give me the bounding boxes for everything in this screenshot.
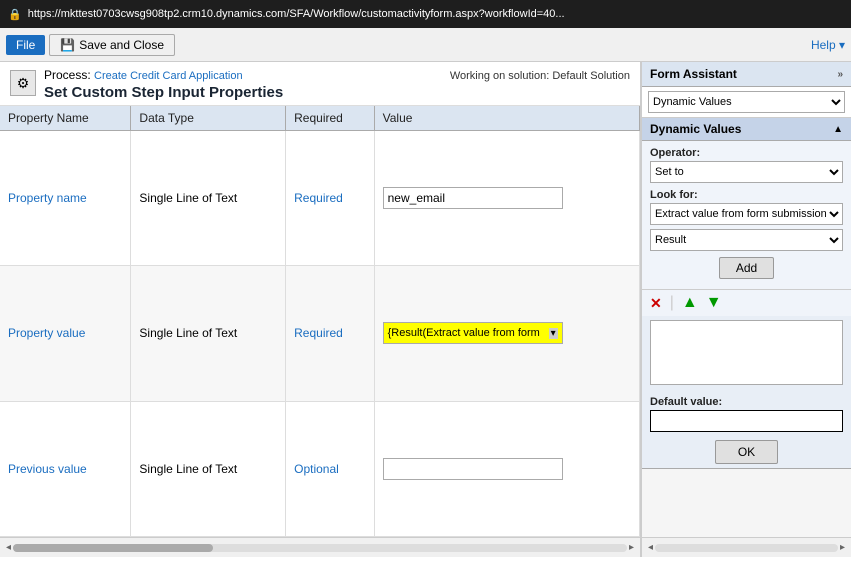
dynamic-values-row: Dynamic Values Static Values Operators	[642, 87, 851, 118]
result-select[interactable]: Result	[650, 229, 843, 251]
property-name-0[interactable]: Property name	[8, 191, 87, 205]
right-panel: Form Assistant » Dynamic Values Static V…	[641, 62, 851, 557]
url-bar[interactable]: https://mkttest0703cwsg908tp2.crm10.dyna…	[28, 8, 843, 20]
dv-collapse-icon[interactable]: ▲	[833, 124, 843, 135]
col-value: Value	[374, 106, 639, 131]
titlebar: 🔒 https://mkttest0703cwsg908tp2.crm10.dy…	[0, 0, 851, 28]
right-scroll-right-arrow[interactable]: ▸	[838, 542, 847, 553]
property-name-2[interactable]: Previous value	[8, 462, 87, 476]
dv-section-title: Dynamic Values	[650, 122, 741, 136]
default-value-label: Default value:	[650, 396, 843, 408]
main-content: ⚙ Process: Create Credit Card Applicatio…	[0, 62, 851, 557]
col-data-type: Data Type	[131, 106, 286, 131]
data-type-2: Single Line of Text	[131, 401, 286, 536]
default-value-section: Default value:	[642, 392, 851, 434]
process-name-link[interactable]: Create Credit Card Application	[94, 70, 243, 82]
scroll-track[interactable]	[13, 544, 627, 552]
data-type-1: Single Line of Text	[131, 266, 286, 401]
file-button[interactable]: File	[6, 35, 45, 55]
operator-select[interactable]: Set to	[650, 161, 843, 183]
dynamic-value-arrow[interactable]: ▾	[549, 328, 558, 339]
settings-icon: ⚙	[10, 70, 36, 96]
form-assistant-title: Form Assistant	[650, 67, 737, 81]
process-label: Process:	[44, 68, 91, 82]
required-2: Optional	[286, 401, 375, 536]
col-required: Required	[286, 106, 375, 131]
look-for-label: Look for:	[650, 189, 843, 201]
save-icon: 💾	[60, 38, 75, 52]
separator: |	[670, 294, 674, 312]
toolbar: File 💾 Save and Close Help ▾	[0, 28, 851, 62]
step-title: Set Custom Step Input Properties	[44, 84, 283, 101]
data-type-0: Single Line of Text	[131, 131, 286, 266]
value-input-0[interactable]	[383, 187, 563, 209]
dynamic-values-section: Dynamic Values ▲ Operator: Set to Look f…	[642, 118, 851, 469]
property-name-1[interactable]: Property value	[8, 326, 85, 340]
move-up-button[interactable]: ▲	[682, 294, 698, 312]
horizontal-scrollbar[interactable]: ◂ ▸	[0, 537, 640, 557]
value-dynamic-1[interactable]: {Result(Extract value from form ▾	[383, 322, 563, 344]
dv-content: Operator: Set to Look for: Extract value…	[642, 141, 851, 289]
save-close-button[interactable]: 💾 Save and Close	[49, 34, 175, 56]
remove-button[interactable]: ✕	[650, 295, 662, 312]
dynamic-value-textarea[interactable]	[650, 320, 843, 385]
right-scroll-track[interactable]	[655, 544, 838, 552]
table-row: Property value Single Line of Text Requi…	[0, 266, 640, 401]
operator-label: Operator:	[650, 147, 843, 159]
left-panel: ⚙ Process: Create Credit Card Applicatio…	[0, 62, 641, 557]
dynamic-values-select[interactable]: Dynamic Values Static Values Operators	[648, 91, 845, 113]
col-property-name: Property Name	[0, 106, 131, 131]
right-scroll-left-arrow[interactable]: ◂	[646, 542, 655, 553]
dynamic-value-text: {Result(Extract value from form	[388, 327, 540, 339]
scroll-left-arrow[interactable]: ◂	[4, 542, 13, 553]
lock-icon: 🔒	[8, 8, 22, 21]
process-header: ⚙ Process: Create Credit Card Applicatio…	[0, 62, 640, 106]
table-row: Property name Single Line of Text Requir…	[0, 131, 640, 266]
default-value-input[interactable]	[650, 410, 843, 432]
form-assistant-header: Form Assistant »	[642, 62, 851, 87]
save-close-label: Save and Close	[79, 38, 164, 52]
properties-table: Property Name Data Type Required Value P…	[0, 106, 640, 537]
move-down-button[interactable]: ▼	[706, 294, 722, 312]
help-link[interactable]: Help ▾	[811, 38, 845, 52]
working-on-label: Working on solution: Default Solution	[450, 68, 630, 82]
required-1: Required	[286, 266, 375, 401]
table-row: Previous value Single Line of Text Optio…	[0, 401, 640, 536]
add-button[interactable]: Add	[719, 257, 774, 279]
look-for-select[interactable]: Extract value from form submission	[650, 203, 843, 225]
scroll-right-arrow[interactable]: ▸	[627, 542, 636, 553]
value-input-2[interactable]	[383, 458, 563, 480]
required-0: Required	[286, 131, 375, 266]
ok-button[interactable]: OK	[715, 440, 778, 464]
right-horizontal-scrollbar[interactable]: ◂ ▸	[642, 537, 851, 557]
action-row: ✕ | ▲ ▼	[642, 289, 851, 316]
scroll-thumb[interactable]	[13, 544, 213, 552]
form-assistant-chevron[interactable]: »	[837, 69, 843, 80]
dynamic-values-title: Dynamic Values ▲	[642, 118, 851, 141]
